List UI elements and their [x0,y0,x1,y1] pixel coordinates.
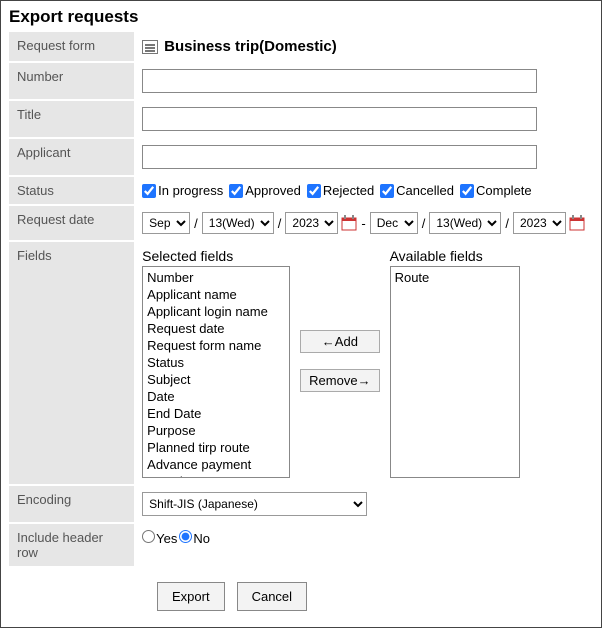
title-input[interactable] [142,107,537,131]
status-in-progress-label: In progress [158,183,223,198]
date-sep: / [278,216,282,231]
date-sep: / [505,216,509,231]
label-request-form: Request form [9,31,134,62]
label-title: Title [9,100,134,138]
selected-fields-title: Selected fields [142,248,290,264]
add-button[interactable]: ←Add [300,330,379,353]
range-sep: - [361,216,365,231]
header-no-radio[interactable] [179,530,192,543]
export-button[interactable]: Export [157,582,225,611]
label-request-date: Request date [9,205,134,241]
list-item[interactable]: End Date [143,405,289,422]
list-item[interactable]: Applicant name [143,286,289,303]
header-yes-radio[interactable] [142,530,155,543]
list-item[interactable]: Travel expense [143,473,289,478]
form-icon [142,40,158,54]
label-encoding: Encoding [9,485,134,523]
to-day-select[interactable]: 13(Wed) [429,212,501,234]
label-fields: Fields [9,241,134,485]
label-number: Number [9,62,134,100]
calendar-icon[interactable] [341,215,357,231]
available-fields-listbox[interactable]: Route [390,266,520,478]
date-sep: / [194,216,198,231]
list-item[interactable]: Status [143,354,289,371]
header-yes-label: Yes [156,531,177,546]
header-no-label: No [193,531,210,546]
form-name-text: Business trip(Domestic) [164,38,337,55]
number-input[interactable] [142,69,537,93]
list-item[interactable]: Purpose [143,422,289,439]
from-day-select[interactable]: 13(Wed) [202,212,274,234]
from-year-select[interactable]: 2023 [285,212,338,234]
status-approved-checkbox[interactable] [229,184,243,198]
date-sep: / [422,216,426,231]
list-item[interactable]: Request form name [143,337,289,354]
status-cancelled-checkbox[interactable] [380,184,394,198]
calendar-icon[interactable] [569,215,585,231]
cancel-button[interactable]: Cancel [237,582,307,611]
to-month-select[interactable]: Dec [370,212,418,234]
list-item[interactable]: Subject [143,371,289,388]
status-in-progress-checkbox[interactable] [142,184,156,198]
status-complete-checkbox[interactable] [460,184,474,198]
applicant-input[interactable] [142,145,537,169]
list-item[interactable]: Number [143,269,289,286]
to-year-select[interactable]: 2023 [513,212,566,234]
list-item[interactable]: Route [391,269,519,286]
available-fields-title: Available fields [390,248,520,264]
list-item[interactable]: Applicant login name [143,303,289,320]
status-rejected-label: Rejected [323,183,374,198]
page-title: Export requests [9,7,593,27]
encoding-select[interactable]: Shift-JIS (Japanese) [142,492,367,516]
label-status: Status [9,176,134,205]
status-cancelled-label: Cancelled [396,183,454,198]
status-rejected-checkbox[interactable] [307,184,321,198]
status-complete-label: Complete [476,183,532,198]
list-item[interactable]: Request date [143,320,289,337]
list-item[interactable]: Date [143,388,289,405]
label-include-header: Include header row [9,523,134,566]
list-item[interactable]: Advance payment [143,456,289,473]
remove-button[interactable]: Remove→ [300,369,379,392]
list-item[interactable]: Planned tirp route [143,439,289,456]
selected-fields-listbox[interactable]: NumberApplicant nameApplicant login name… [142,266,290,478]
from-month-select[interactable]: Sep [142,212,190,234]
label-applicant: Applicant [9,138,134,176]
status-approved-label: Approved [245,183,301,198]
